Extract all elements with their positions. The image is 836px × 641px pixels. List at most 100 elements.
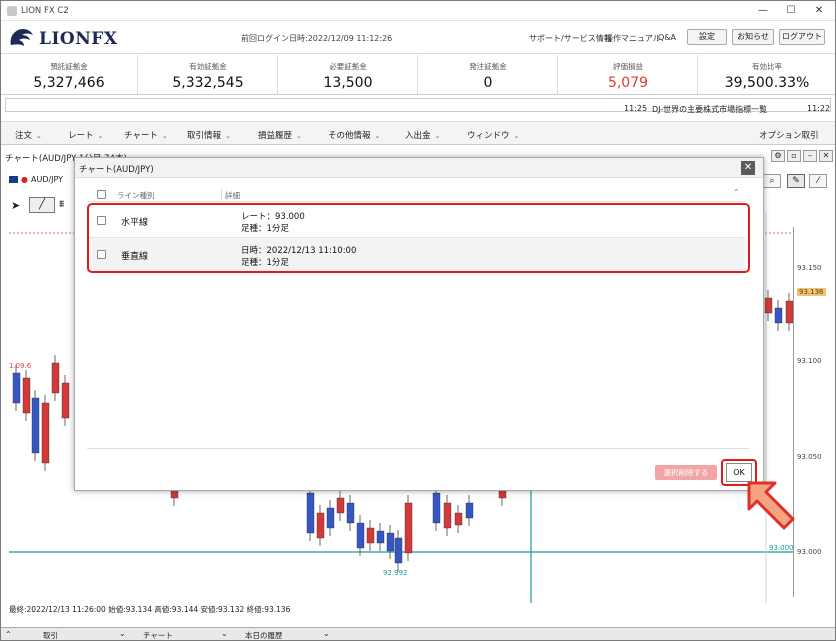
summary-value: 13,500 xyxy=(323,75,373,91)
chart-minimize-icon[interactable]: – xyxy=(803,150,817,162)
dialog-title: チャート(AUD/JPY) xyxy=(79,165,154,175)
ruler-icon[interactable]: ⩩ xyxy=(59,199,64,210)
menu-window[interactable]: ウィンドウ ⌄ xyxy=(467,129,519,141)
chevron-up-icon[interactable]: ⌃ xyxy=(733,188,740,197)
candle-body xyxy=(764,297,773,314)
candle-body xyxy=(346,502,355,524)
left-price-label: 1.09.6 xyxy=(9,362,32,370)
summary-required-margin: 必要証拠金 13,500 xyxy=(279,55,418,95)
tab-chart[interactable]: チャート xyxy=(143,630,173,640)
lionfx-logo: LIONFX xyxy=(7,25,117,51)
candle-body xyxy=(404,502,413,554)
summary-effective-margin: 有効証拠金 5,332,545 xyxy=(139,55,278,95)
window-title: LION FX C2 xyxy=(21,6,69,16)
candle-body xyxy=(465,502,474,519)
logout-button[interactable]: ログアウト xyxy=(779,29,825,45)
candle-body xyxy=(785,300,793,324)
news-headline[interactable]: DJ-世界の主要株式市場指標一覧 xyxy=(652,104,767,115)
line-tool-icon[interactable]: ╱ xyxy=(29,197,55,213)
cursor-icon[interactable]: ➤ xyxy=(11,199,20,212)
menu-order[interactable]: 注文 ⌄ xyxy=(15,129,42,141)
chevron-down-icon[interactable]: ⌄ xyxy=(119,629,126,638)
status-dot-icon: ● xyxy=(21,175,28,184)
trend-icon[interactable]: ⁄ xyxy=(809,174,827,188)
price-axis xyxy=(793,227,835,597)
menu-chart[interactable]: チャート ⌄ xyxy=(124,129,168,141)
summary-label: 必要証拠金 xyxy=(329,62,367,71)
col-line-type: ライン種別 xyxy=(117,191,155,200)
chevron-down-icon[interactable]: ⌄ xyxy=(221,629,228,638)
menu-label: チャート xyxy=(124,131,158,141)
candle-body xyxy=(51,362,60,394)
summary-label: 評価損益 xyxy=(613,62,643,71)
candle-body xyxy=(336,497,345,514)
chevron-down-icon[interactable]: ⌄ xyxy=(323,629,330,638)
search-icon[interactable]: ⌕ xyxy=(763,174,781,188)
menu-trade-info[interactable]: 取引情報 ⌄ xyxy=(187,129,231,141)
chart-close-icon[interactable]: ✕ xyxy=(819,150,833,162)
pen-icon[interactable]: ✎ xyxy=(787,174,805,188)
menu-bar: 注文 ⌄ レート ⌄ チャート ⌄ 取引情報 ⌄ 損益履歴 ⌄ その他情報 ⌄ 入出金 ⌄ ウ… xyxy=(1,121,835,145)
faq-link[interactable]: Q&A xyxy=(658,33,676,42)
summary-pnl: 評価損益 5,079 xyxy=(559,55,698,95)
line-price-label: 93.000 xyxy=(769,544,793,552)
candle-body xyxy=(432,492,441,524)
summary-value: 5,332,545 xyxy=(172,75,244,91)
candle-body xyxy=(306,492,315,534)
summary-value: 39,500.33% xyxy=(724,75,810,91)
delete-selected-button[interactable]: 選択削除する xyxy=(655,465,717,480)
flag-icon xyxy=(9,176,18,183)
close-button[interactable]: ✕ xyxy=(809,3,829,19)
menu-rate[interactable]: レート ⌄ xyxy=(68,129,103,141)
pointer-arrow-icon xyxy=(747,481,795,530)
manual-link[interactable]: 操作マニュアル xyxy=(605,33,661,44)
candle-body xyxy=(61,382,70,419)
menu-label: 入出金 xyxy=(405,131,431,141)
maximize-button[interactable]: ☐ xyxy=(781,3,801,19)
candle-body xyxy=(454,512,463,526)
app-icon xyxy=(7,6,17,16)
candle-body xyxy=(376,530,385,544)
chevron-down-icon: ⌄ xyxy=(296,132,302,140)
menu-options[interactable]: オプション取引 xyxy=(759,129,819,141)
menu-pnl-history[interactable]: 損益履歴 ⌄ xyxy=(258,129,302,141)
divider xyxy=(87,448,749,449)
low-label: 92.992 xyxy=(383,569,408,577)
news-clock: 11:22 xyxy=(807,104,831,113)
candle-body xyxy=(41,402,50,464)
tab-trade[interactable]: 取引 xyxy=(43,630,58,640)
price-label: 93.150 xyxy=(797,264,822,272)
summary-value: 5,079 xyxy=(607,75,649,91)
summary-label: 有効比率 xyxy=(752,62,782,71)
chevron-down-icon: ⌄ xyxy=(36,132,42,140)
last-login: 前回ログイン日時:2022/12/09 11:12:26 xyxy=(241,34,393,43)
summary-deposit: 預託証拠金 5,327,466 xyxy=(1,55,138,95)
minimize-button[interactable]: — xyxy=(753,3,773,19)
price-label: 93.050 xyxy=(797,453,822,461)
app-window: LION FX C2 — ☐ ✕ LIONFX 前回ログイン日時:2022/12… xyxy=(0,0,836,641)
candle-body xyxy=(356,522,365,549)
chevron-down-icon: ⌄ xyxy=(161,132,168,140)
symbol-selector[interactable]: ● AUD/JPY xyxy=(9,175,63,184)
table-header: ライン種別 詳細 ⌃ xyxy=(87,188,745,202)
chevron-down-icon: ⌄ xyxy=(434,132,441,140)
menu-label: 取引情報 xyxy=(187,131,222,141)
chart-restore-icon[interactable]: ▫ xyxy=(787,150,801,162)
tab-today-history[interactable]: 本日の履歴 xyxy=(245,630,283,640)
support-link[interactable]: サポート/サービス情報 xyxy=(529,33,612,44)
select-all-checkbox[interactable] xyxy=(97,190,106,199)
settings-button[interactable]: 設定 xyxy=(687,29,727,45)
notice-button[interactable]: お知らせ xyxy=(732,29,774,45)
summary-ratio: 有効比率 39,500.33% xyxy=(699,55,835,95)
chart-settings-icon[interactable]: ⚙ xyxy=(771,150,785,162)
menu-label: ウィンドウ xyxy=(467,131,510,141)
menu-deposit[interactable]: 入出金 ⌄ xyxy=(405,129,440,141)
chevron-down-icon: ⌄ xyxy=(513,132,520,140)
expand-icon[interactable]: ⌃ xyxy=(5,630,12,639)
close-icon[interactable]: ✕ xyxy=(741,161,755,175)
price-label: 93.100 xyxy=(797,357,822,365)
header: LIONFX 前回ログイン日時:2022/12/09 11:12:26 サポート… xyxy=(1,22,835,54)
candle-body xyxy=(443,502,452,529)
menu-other-info[interactable]: その他情報 ⌄ xyxy=(328,129,380,141)
ohlc-info-bar: 最終:2022/12/13 11:26:00 始値:93.134 高値:93.1… xyxy=(9,605,291,614)
